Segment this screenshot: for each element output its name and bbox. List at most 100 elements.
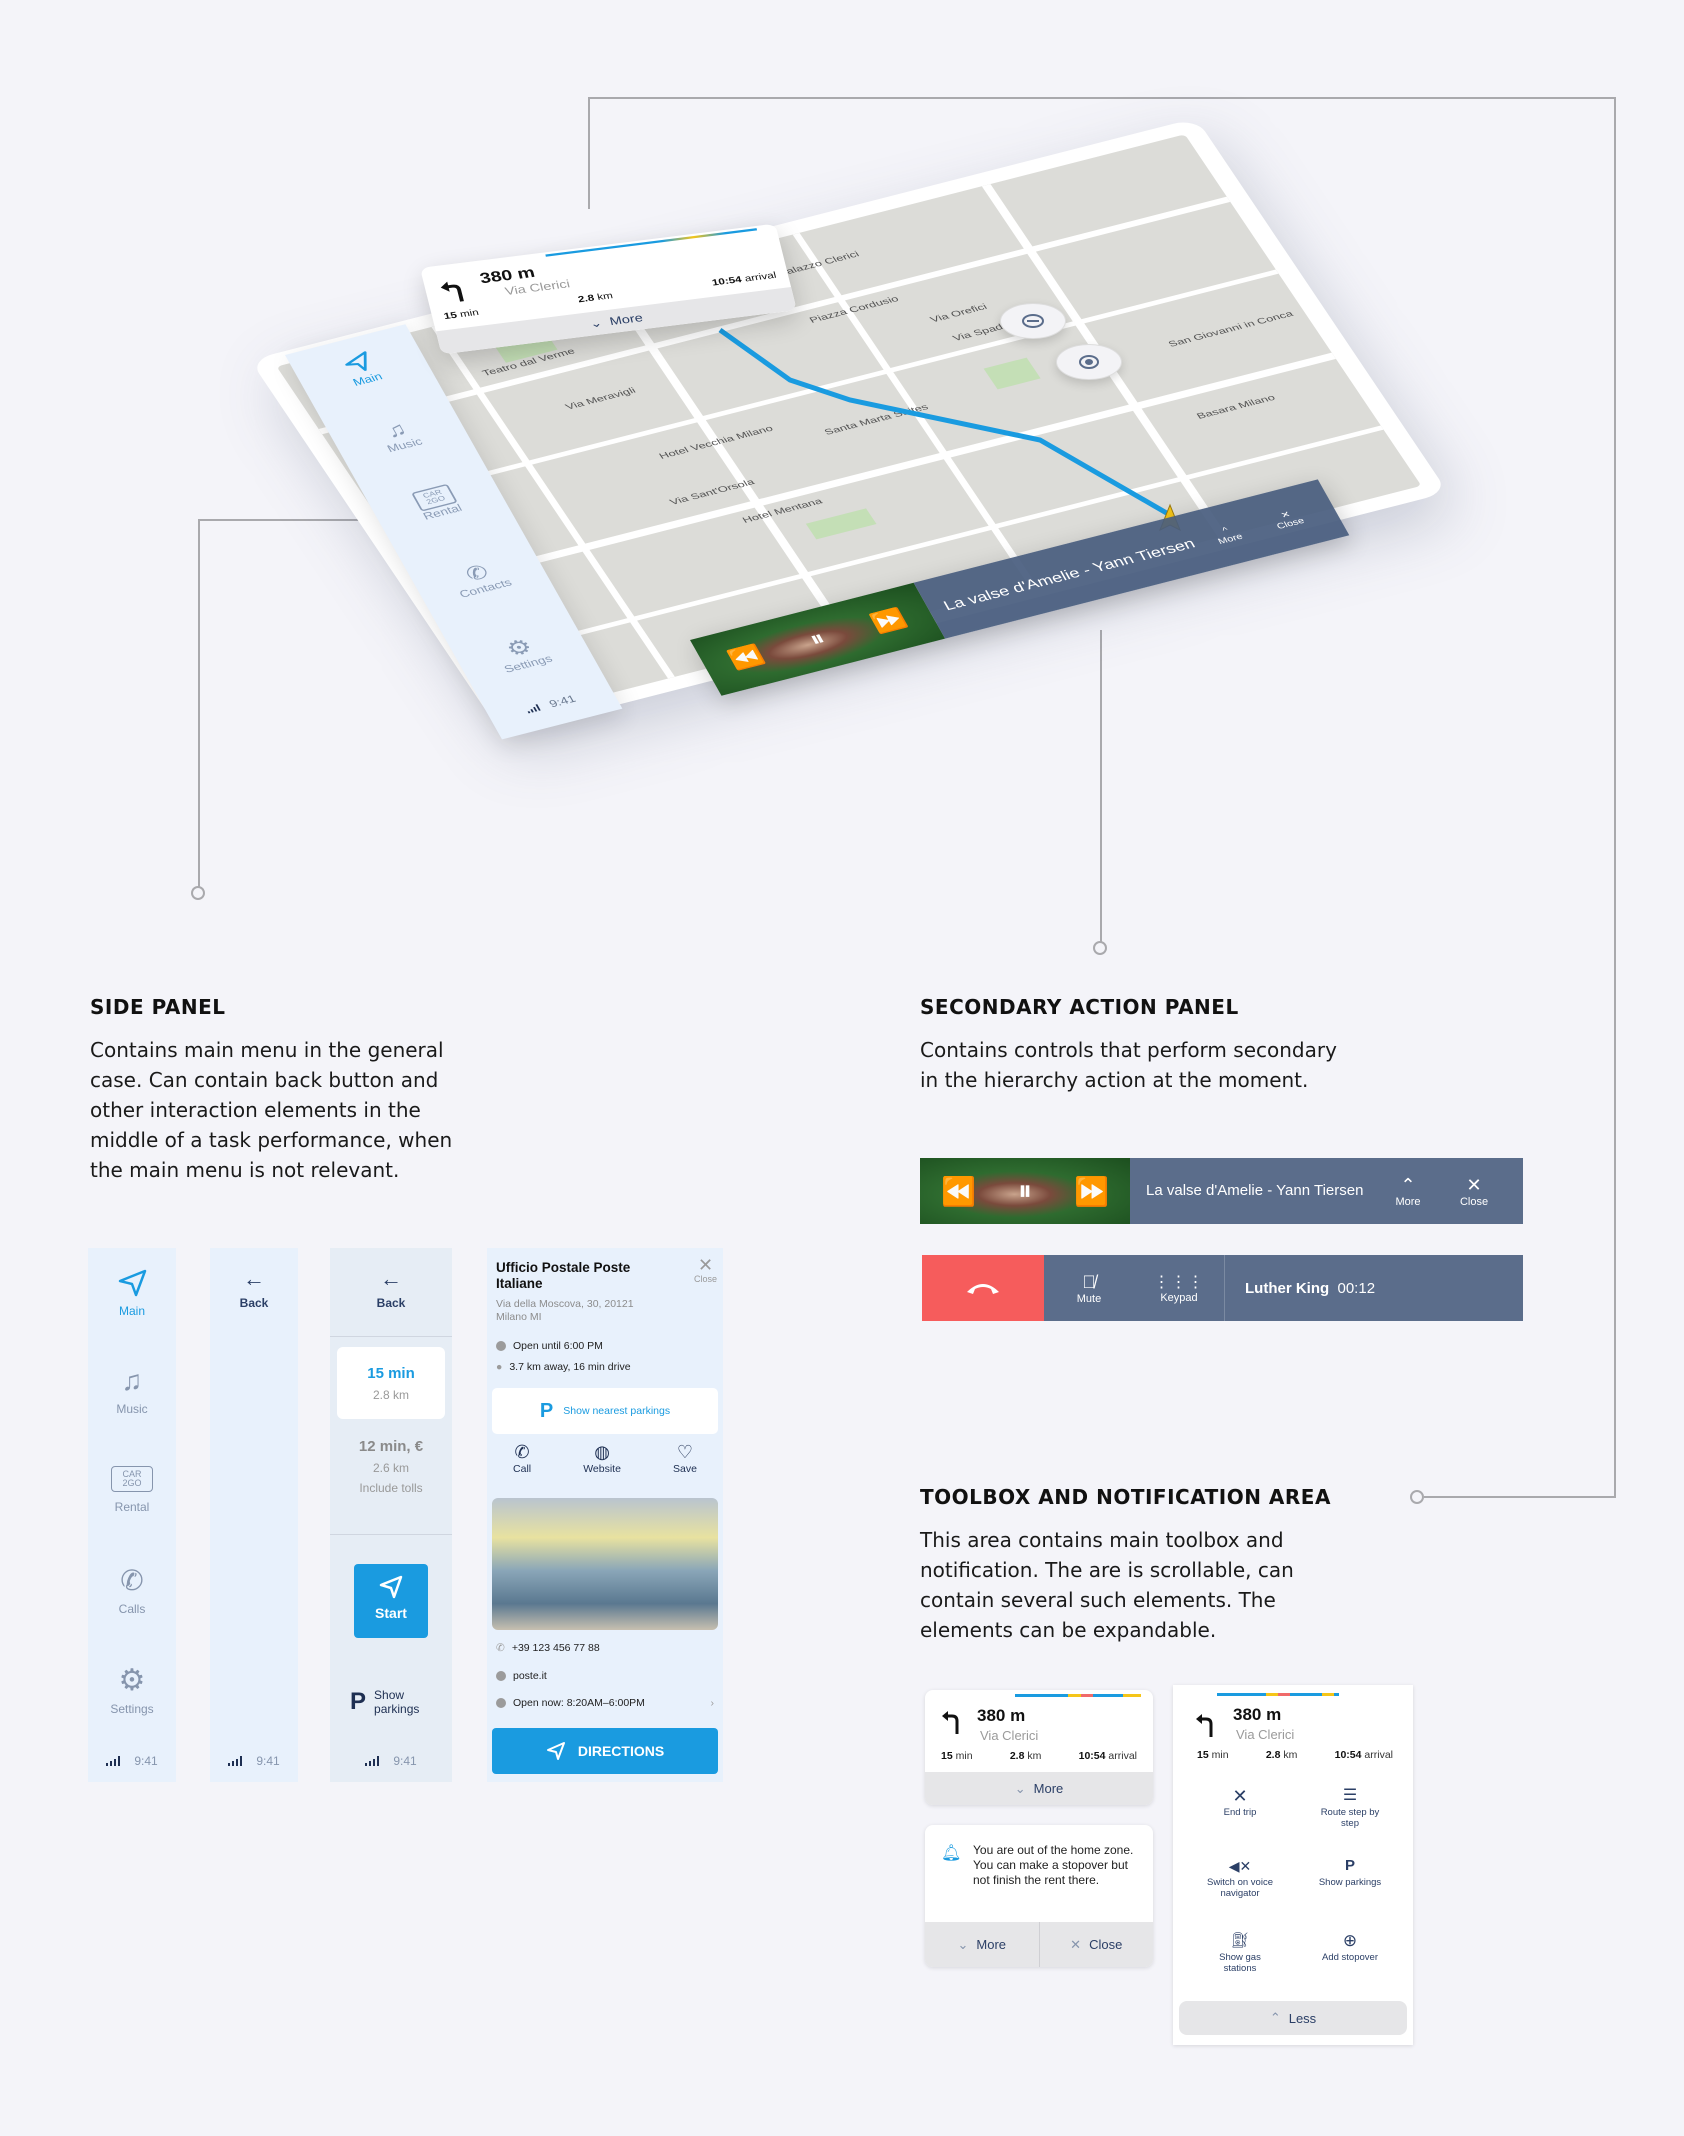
hero-side-item-settings[interactable]: ⚙ Settings (453, 622, 592, 685)
hang-up-button[interactable] (922, 1255, 1044, 1321)
gas-stations-button[interactable]: ⛽︎ Show gas stations (1185, 1930, 1295, 1974)
route-step-button[interactable]: ☰ Route step by step (1295, 1785, 1405, 1829)
nav-card-collapsed: 380 m Via Clerici 15 min 2.8 km 10:54 ar… (925, 1690, 1153, 1805)
route-progress (1015, 1694, 1141, 1697)
call-button[interactable]: ✆ Call (513, 1442, 531, 1475)
poi-hours: Open until 6:00 PM (496, 1340, 603, 1352)
poi-website[interactable]: poste.it (496, 1670, 547, 1682)
phone-icon: ✆ (514, 1442, 530, 1462)
arrow-left-icon: ← (243, 1266, 265, 1291)
hero-side-item-rental[interactable]: CAR 2GO Rental (369, 473, 506, 533)
side-item-rental[interactable]: CAR 2GO Rental (88, 1466, 176, 1514)
route-progress (1217, 1693, 1339, 1696)
route-option[interactable]: 12 min, € 2.6 km Include tolls (330, 1438, 452, 1495)
hero-music-more[interactable]: ^ More (1193, 518, 1263, 551)
phone-icon: ✆ (496, 1642, 505, 1654)
clock-icon (496, 1698, 506, 1708)
show-parkings-button[interactable]: P Show parkings (350, 1688, 419, 1716)
compass-button[interactable] (1000, 303, 1066, 339)
globe-icon: ◍ (594, 1442, 610, 1462)
hero-illustration: Teatro dal Verme Giulio Cesare Palazzo C… (0, 0, 1684, 1497)
nav-card-expanded: 380 m Via Clerici 15 min 2.8 km 10:54 ar… (1173, 1685, 1413, 2045)
music-close-button[interactable]: ✕ Close (1441, 1175, 1507, 1208)
route-option-selected[interactable]: 15 min 2.8 km (337, 1347, 445, 1419)
mute-button[interactable]: 🎙̸ Mute (1044, 1272, 1134, 1305)
hero-music-close[interactable]: ✕ Close (1253, 503, 1323, 536)
poi-phone[interactable]: ✆ +39 123 456 77 88 (496, 1642, 600, 1654)
poi-address: Via della Moscova, 30, 20121 Milano MI (496, 1298, 634, 1323)
music-more-button[interactable]: ⌃ More (1375, 1175, 1441, 1208)
poi-photo[interactable] (492, 1498, 718, 1630)
poi-actions: ✆ Call ◍ Website ♡ Save (487, 1442, 723, 1475)
side-panel-heading: SIDE PANEL (90, 995, 226, 1019)
show-nearest-parkings-button[interactable]: P Show nearest parkings (492, 1388, 718, 1434)
less-button[interactable]: ⌃ Less (1179, 2001, 1407, 2035)
chevron-right-icon: › (710, 1697, 715, 1709)
rewind-icon[interactable]: ⏪ (724, 643, 768, 673)
toolbox-description: This area contains main toolbox and noti… (920, 1528, 1294, 1642)
hero-side-item-main[interactable]: Main (293, 338, 431, 400)
side-item-music[interactable]: ♫ Music (88, 1366, 176, 1417)
save-button[interactable]: ♡ Save (673, 1442, 697, 1475)
navigation-arrow-icon (546, 1742, 565, 1760)
back-button[interactable]: ← Back (210, 1266, 298, 1311)
pin-icon: ● (496, 1361, 503, 1373)
side-panel-main-menu: Main ♫ Music CAR 2GO Rental ✆ Calls ⚙ Set… (88, 1248, 176, 1782)
start-button[interactable]: Start (354, 1564, 428, 1638)
nav-street: Via Clerici (980, 1728, 1039, 1743)
rewind-icon[interactable]: ⏪ (941, 1175, 976, 1208)
side-item-calls[interactable]: ✆ Calls (88, 1566, 176, 1617)
status-bar: 9:41 (88, 1754, 176, 1768)
end-trip-button[interactable]: ✕ End trip (1185, 1785, 1295, 1818)
status-bar: 9:41 (330, 1754, 452, 1768)
car2go-icon: CAR 2GO (111, 1466, 153, 1492)
hero-side-item-music[interactable]: ♫ Music (331, 405, 469, 466)
signal-icon (365, 1756, 380, 1766)
toolbox-heading: TOOLBOX AND NOTIFICATION AREA (920, 1485, 1331, 1509)
directions-button[interactable]: DIRECTIONS (492, 1728, 718, 1774)
hang-up-icon (967, 1284, 999, 1294)
side-item-main[interactable]: Main (88, 1268, 176, 1318)
clock-icon (496, 1341, 506, 1351)
keypad-button[interactable]: ⋮⋮⋮ Keypad (1134, 1272, 1224, 1304)
mic-off-icon: 🎙̸ (1082, 1271, 1096, 1292)
hero-side-item-contacts[interactable]: ✆ Contacts (411, 547, 549, 609)
side-item-settings[interactable]: ⚙ Settings (88, 1664, 176, 1717)
nav-stats: 15 min 2.8 km 10:54 arrival (1197, 1749, 1393, 1761)
nav-distance: 380 m (977, 1706, 1026, 1725)
chevron-down-icon: ⌄ (957, 1936, 969, 1952)
status-bar: 9:41 (210, 1754, 298, 1768)
close-icon: ✕ (697, 1255, 714, 1275)
keypad-icon: ⋮⋮⋮ (1153, 1274, 1205, 1291)
heart-icon: ♡ (676, 1442, 694, 1462)
poi-close-button[interactable]: ✕ Close (694, 1256, 717, 1284)
signal-icon (525, 704, 541, 714)
side-panel-description: Contains main menu in the general case. … (90, 1038, 453, 1182)
chevron-up-icon: ⌃ (1400, 1174, 1416, 1195)
call-info: Luther King 00:12 (1245, 1279, 1376, 1297)
notification-close-button[interactable]: ✕ Close (1040, 1937, 1154, 1953)
side-panel-route: ← Back 15 min 2.8 km 12 min, € 2.6 km In… (330, 1248, 452, 1782)
fast-forward-icon[interactable]: ⏩ (1074, 1175, 1109, 1208)
secondary-panel-heading: SECONDARY ACTION PANEL (920, 995, 1239, 1019)
nav-more-button[interactable]: ⌄ More (925, 1772, 1153, 1805)
locate-button[interactable] (1056, 344, 1122, 380)
globe-icon (496, 1671, 506, 1681)
leader-marker (1410, 1490, 1424, 1504)
gear-icon: ⚙ (118, 1664, 146, 1697)
bell-icon: 🔔︎ (941, 1845, 962, 1862)
notification-more-button[interactable]: ⌄ More (925, 1922, 1040, 1967)
chevron-down-icon: ⌄ (588, 316, 604, 331)
add-stopover-button[interactable]: ⊕ Add stopover (1295, 1930, 1405, 1963)
poi-open-now[interactable]: Open now: 8:20AM–6:00PM › (496, 1697, 714, 1709)
pause-icon[interactable]: ⏸ (1018, 1175, 1032, 1208)
fast-forward-icon[interactable]: ⏩ (867, 606, 911, 636)
pause-icon[interactable]: ⏸ (805, 627, 830, 651)
locate-icon (1079, 355, 1099, 369)
back-button[interactable]: ← Back (330, 1268, 452, 1311)
poi-card: Ufficio Postale Poste Italiane ✕ Close V… (487, 1248, 723, 1782)
parking-icon: P (1344, 1857, 1355, 1874)
voice-navigator-button[interactable]: ◀✕ Switch on voice navigator (1185, 1855, 1295, 1899)
website-button[interactable]: ◍ Website (583, 1442, 621, 1475)
show-parkings-button[interactable]: P Show parkings (1295, 1855, 1405, 1888)
